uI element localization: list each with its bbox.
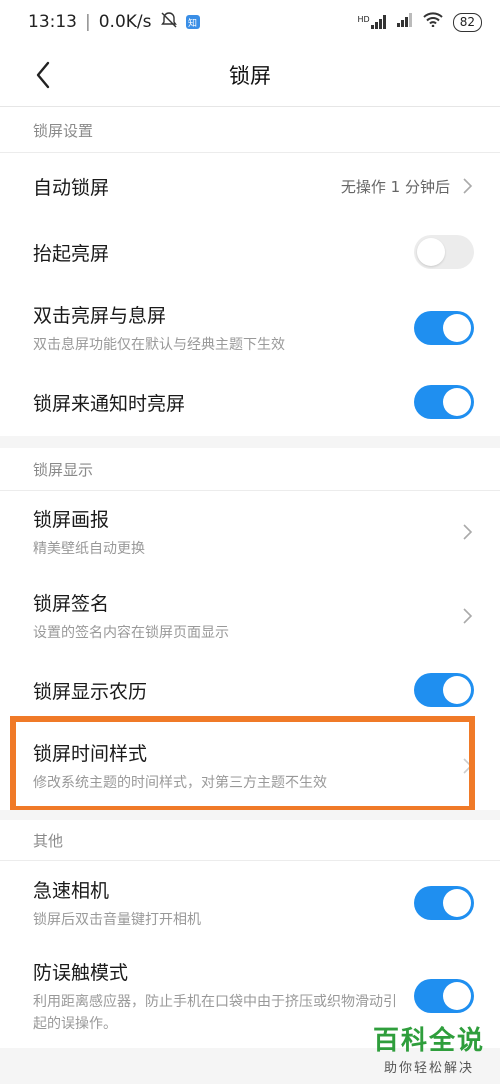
zhihu-app-icon: 知 xyxy=(185,15,200,29)
anti-touch-toggle[interactable] xyxy=(414,979,474,1013)
toggle-knob xyxy=(417,238,445,266)
notification-wake-toggle[interactable] xyxy=(414,385,474,419)
divider xyxy=(0,860,500,861)
page-title: 锁屏 xyxy=(229,64,271,88)
toggle-knob xyxy=(443,889,471,917)
double-tap-toggle[interactable] xyxy=(414,311,474,345)
hd-label: HD xyxy=(357,15,370,24)
lunar-calendar-toggle[interactable] xyxy=(414,673,474,707)
toggle-knob xyxy=(443,982,471,1010)
section-gap xyxy=(0,436,500,448)
watermark-logo: 百科全说 助你轻松解决 xyxy=(364,1020,494,1080)
double-tap-row: 双击亮屏与息屏 双击息屏功能仅在默认与经典主题下生效 xyxy=(0,290,500,366)
notification-wake-row: 锁屏来通知时亮屏 xyxy=(0,370,500,434)
chevron-left-icon xyxy=(36,61,50,89)
lock-signature-row[interactable]: 锁屏签名 设置的签名内容在锁屏页面显示 xyxy=(0,578,500,654)
row-title: 锁屏签名 xyxy=(33,592,110,615)
row-title: 防误触模式 xyxy=(33,961,129,984)
watermark-main: 百科全说 xyxy=(372,1026,485,1056)
row-subtitle: 利用距离感应器，防止手机在口袋中由于挤压或织物滑动引起的误操作。 xyxy=(33,993,397,1032)
title-divider xyxy=(0,106,500,107)
auto-lock-value: 无操作 1 分钟后 xyxy=(340,177,450,196)
quick-camera-row: 急速相机 锁屏后双击音量键打开相机 xyxy=(0,866,500,940)
row-title: 锁屏来通知时亮屏 xyxy=(33,392,186,415)
section-header-lock-settings: 锁屏设置 xyxy=(33,121,94,140)
hd-signal-icon: HD xyxy=(358,15,387,29)
row-title: 抬起亮屏 xyxy=(33,242,110,265)
highlight-box xyxy=(10,716,475,812)
lunar-calendar-row: 锁屏显示农历 xyxy=(0,658,500,722)
auto-lock-row[interactable]: 自动锁屏 无操作 1 分钟后 xyxy=(0,152,500,220)
row-subtitle: 设置的签名内容在锁屏页面显示 xyxy=(33,624,229,641)
status-speed: 0.0K/s xyxy=(98,12,152,32)
status-time: 13:13 xyxy=(28,12,77,32)
row-title: 自动锁屏 xyxy=(33,176,110,199)
lock-wallpaper-row[interactable]: 锁屏画报 精美壁纸自动更换 xyxy=(0,494,500,570)
watermark-sub: 助你轻松解决 xyxy=(383,1061,474,1076)
status-separator: | xyxy=(85,12,91,32)
title-bar: 锁屏 xyxy=(0,44,500,106)
row-subtitle: 精美壁纸自动更换 xyxy=(33,540,145,557)
signal-icon xyxy=(396,12,413,32)
row-title: 急速相机 xyxy=(33,879,110,902)
row-subtitle: 双击息屏功能仅在默认与经典主题下生效 xyxy=(33,336,285,353)
toggle-knob xyxy=(443,314,471,342)
battery-icon: 82 xyxy=(452,12,482,32)
toggle-knob xyxy=(443,676,471,704)
section-header-lock-display: 锁屏显示 xyxy=(33,460,94,479)
status-bar: 13:13 | 0.0K/s 知 HD 82 xyxy=(0,0,500,44)
row-subtitle: 锁屏后双击音量键打开相机 xyxy=(33,911,201,928)
divider xyxy=(0,490,500,491)
mute-bell-icon xyxy=(160,11,178,34)
raise-to-wake-row: 抬起亮屏 xyxy=(0,220,500,284)
row-title: 双击亮屏与息屏 xyxy=(33,304,167,327)
wifi-icon xyxy=(423,12,443,32)
chevron-right-icon xyxy=(463,524,473,540)
quick-camera-toggle[interactable] xyxy=(414,886,474,920)
section-gap xyxy=(0,810,500,820)
section-header-other: 其他 xyxy=(33,831,64,850)
row-title: 锁屏画报 xyxy=(33,508,110,531)
chevron-right-icon xyxy=(463,608,473,624)
raise-to-wake-toggle[interactable] xyxy=(414,235,474,269)
row-title: 锁屏显示农历 xyxy=(33,680,148,703)
toggle-knob xyxy=(443,388,471,416)
chevron-right-icon xyxy=(463,178,473,194)
back-button[interactable] xyxy=(28,58,58,92)
